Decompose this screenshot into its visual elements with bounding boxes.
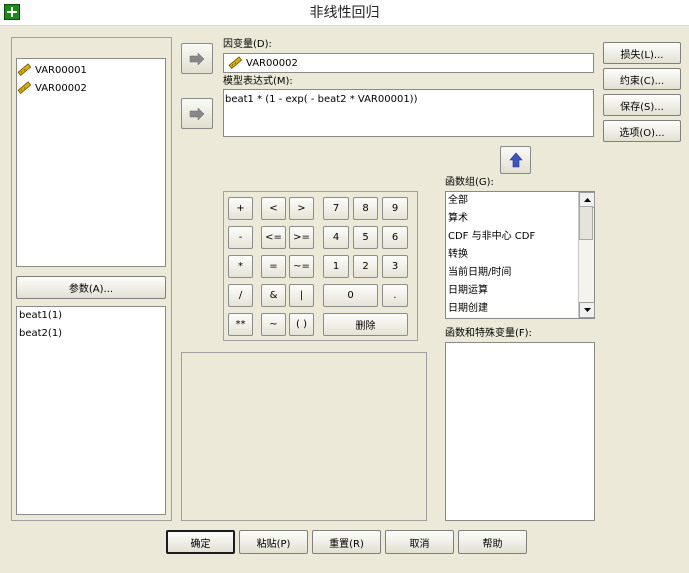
- key-2[interactable]: 2: [353, 255, 378, 278]
- loss-button[interactable]: 损失(L)...: [603, 42, 681, 64]
- list-item[interactable]: 转换: [446, 246, 580, 264]
- functions-special-list[interactable]: [445, 342, 595, 521]
- move-to-expression-button[interactable]: [181, 98, 213, 129]
- key-multiply[interactable]: *: [228, 255, 253, 278]
- function-group-label: 函数组(G):: [445, 177, 494, 188]
- variable-name: VAR00002: [35, 82, 87, 94]
- expression-input[interactable]: beat1 * (1 - exp( - beat2 * VAR00001)): [223, 89, 594, 137]
- list-item[interactable]: 日期创建: [446, 300, 580, 318]
- paste-button[interactable]: 粘贴(P): [239, 530, 308, 554]
- list-item[interactable]: VAR00001: [17, 61, 165, 79]
- key-not[interactable]: ~: [261, 313, 286, 336]
- constraints-button[interactable]: 约束(C)...: [603, 68, 681, 90]
- key-less-than[interactable]: <: [261, 197, 286, 220]
- key-minus[interactable]: -: [228, 226, 253, 249]
- function-group-list[interactable]: 全部 算术 CDF 与非中心 CDF 转换 当前日期/时间 日期运算 日期创建: [445, 191, 595, 319]
- key-and[interactable]: &: [261, 284, 286, 307]
- function-group-scrollbar[interactable]: [578, 192, 595, 318]
- key-4[interactable]: 4: [323, 226, 349, 249]
- key-8[interactable]: 8: [353, 197, 378, 220]
- functions-special-label: 函数和特殊变量(F):: [445, 328, 532, 339]
- key-or[interactable]: |: [289, 284, 314, 307]
- scale-variable-icon: [228, 56, 242, 69]
- arrow-up-icon: [508, 152, 523, 168]
- dependent-field[interactable]: VAR00002: [223, 53, 594, 73]
- dependent-label: 因变量(D):: [223, 39, 272, 50]
- key-less-equal[interactable]: <=: [261, 226, 286, 249]
- variable-name: VAR00001: [35, 64, 87, 76]
- help-button[interactable]: 帮助: [458, 530, 527, 554]
- list-item[interactable]: 全部: [446, 192, 580, 210]
- expression-label: 模型表达式(M):: [223, 76, 293, 87]
- arrow-right-icon: [189, 51, 205, 66]
- ok-button[interactable]: 确定: [166, 530, 235, 554]
- key-greater-than[interactable]: >: [289, 197, 314, 220]
- move-function-up-button[interactable]: [500, 146, 531, 174]
- key-7[interactable]: 7: [323, 197, 349, 220]
- key-power[interactable]: **: [228, 313, 253, 336]
- key-greater-equal[interactable]: >=: [289, 226, 314, 249]
- dependent-value: VAR00002: [246, 57, 298, 69]
- scale-variable-icon: [17, 63, 31, 76]
- move-to-dependent-button[interactable]: [181, 43, 213, 74]
- key-5[interactable]: 5: [353, 226, 378, 249]
- key-decimal[interactable]: .: [382, 284, 408, 307]
- triangle-up-icon: [583, 198, 591, 202]
- scroll-down-button[interactable]: [579, 302, 595, 318]
- key-0[interactable]: 0: [323, 284, 378, 307]
- window-title: 非线性回归: [309, 5, 380, 21]
- list-item[interactable]: beat2(1): [17, 325, 165, 343]
- key-9[interactable]: 9: [382, 197, 408, 220]
- key-parentheses[interactable]: ( ): [289, 313, 314, 336]
- variable-list[interactable]: VAR00001 VAR00002: [16, 58, 166, 267]
- arrow-right-icon: [189, 106, 205, 121]
- key-divide[interactable]: /: [228, 284, 253, 307]
- options-button[interactable]: 选项(O)...: [603, 120, 681, 142]
- list-item[interactable]: beat1(1): [17, 307, 165, 325]
- save-button[interactable]: 保存(S)...: [603, 94, 681, 116]
- key-delete[interactable]: 删除: [323, 313, 408, 336]
- key-plus[interactable]: +: [228, 197, 253, 220]
- cancel-button[interactable]: 取消: [385, 530, 454, 554]
- parameter-list[interactable]: beat1(1) beat2(1): [16, 306, 166, 515]
- list-item[interactable]: CDF 与非中心 CDF: [446, 228, 580, 246]
- list-item[interactable]: 日期运算: [446, 282, 580, 300]
- reset-button[interactable]: 重置(R): [312, 530, 381, 554]
- parameters-button[interactable]: 参数(A)...: [16, 276, 166, 299]
- function-description-area: [181, 352, 427, 521]
- key-3[interactable]: 3: [382, 255, 408, 278]
- triangle-down-icon: [583, 308, 591, 312]
- key-1[interactable]: 1: [323, 255, 349, 278]
- key-not-equal[interactable]: ~=: [289, 255, 314, 278]
- key-equals[interactable]: =: [261, 255, 286, 278]
- scroll-thumb[interactable]: [579, 206, 593, 240]
- list-item[interactable]: 算术: [446, 210, 580, 228]
- list-item[interactable]: 当前日期/时间: [446, 264, 580, 282]
- scale-variable-icon: [17, 81, 31, 94]
- key-6[interactable]: 6: [382, 226, 408, 249]
- list-item[interactable]: VAR00002: [17, 79, 165, 97]
